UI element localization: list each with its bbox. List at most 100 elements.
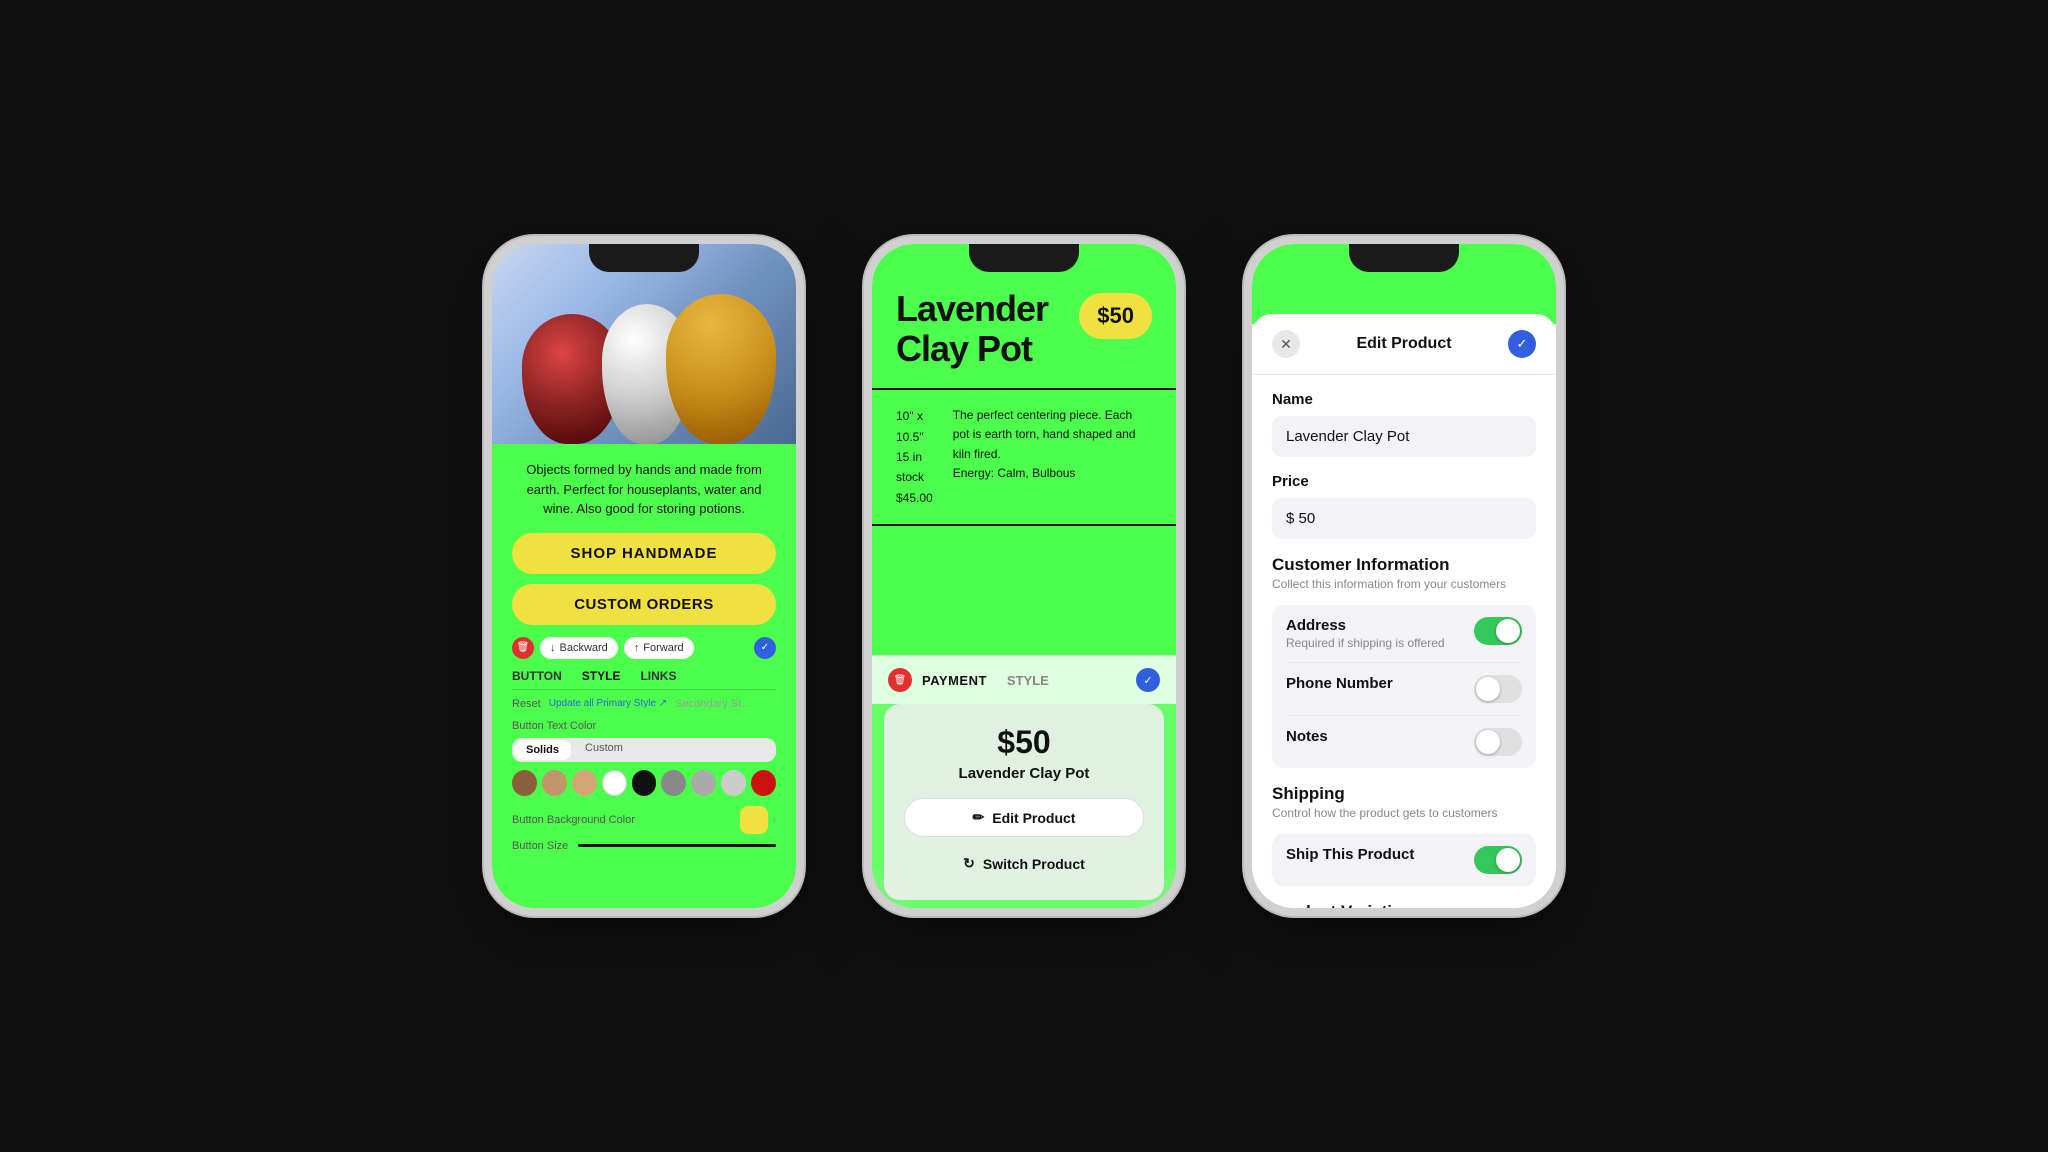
swatch-black[interactable] <box>632 770 657 796</box>
check-icon: ✓ <box>761 642 769 653</box>
product-details: 10" x 10.5" 15 in stock $45.00 The perfe… <box>872 390 1176 526</box>
phone-2: Lavender Clay Pot $50 10" x 10.5" 15 in … <box>864 236 1184 916</box>
close-icon: ✕ <box>1280 336 1292 353</box>
title-price-row: Lavender Clay Pot $50 <box>896 289 1152 368</box>
trash-icon-2: 🗑 <box>894 675 907 686</box>
variations-heading: Product Variations <box>1272 902 1536 908</box>
text-color-label: Button Text Color <box>512 720 776 732</box>
phone-toggle[interactable] <box>1474 675 1522 703</box>
bg-color-swatch[interactable] <box>740 806 768 834</box>
customer-info-sub: Collect this information from your custo… <box>1272 577 1536 591</box>
price-field-input[interactable]: $ 50 <box>1272 498 1536 539</box>
phone3-screen: ✕ Edit Product ✓ Name Lavender Clay Pot … <box>1252 244 1556 908</box>
phone-label: Phone Number <box>1286 675 1393 692</box>
switch-product-button[interactable]: ↻ Switch Product <box>904 847 1144 880</box>
modal-confirm-button[interactable]: ✓ <box>1508 330 1536 358</box>
modal-title: Edit Product <box>1356 335 1451 353</box>
notes-toggle[interactable] <box>1474 728 1522 756</box>
size-slider[interactable] <box>578 844 776 847</box>
tab-divider <box>512 689 776 690</box>
secondary-style-label: Secondary St... <box>675 698 750 710</box>
backward-button[interactable]: ↓ Backward <box>540 637 618 659</box>
tab-links[interactable]: LINKS <box>640 669 676 683</box>
phone-notch-1 <box>589 244 699 272</box>
custom-orders-button[interactable]: CUSTOM ORDERS <box>512 584 776 625</box>
swatch-gray1[interactable] <box>661 770 686 796</box>
modal-close-button[interactable]: ✕ <box>1272 330 1300 358</box>
ship-label: Ship This Product <box>1286 846 1414 863</box>
price-field-label: Price <box>1272 473 1536 490</box>
bg-color-chevron[interactable]: › <box>772 813 776 827</box>
check-icon-3: ✓ <box>1517 336 1528 352</box>
price-pill: $50 <box>1079 293 1152 339</box>
product-description: The perfect centering piece. Each pot is… <box>953 406 1152 464</box>
text-color-swatches <box>512 770 776 796</box>
address-info: Address Required if shipping is offered <box>1286 617 1445 650</box>
swatch-gray2[interactable] <box>691 770 716 796</box>
size-label: Button Size <box>512 840 568 852</box>
payment-style-label: STYLE <box>1007 673 1049 688</box>
product-energy: Energy: Calm, Bulbous <box>953 464 1152 483</box>
ship-toggle[interactable] <box>1474 846 1522 874</box>
toolbar-confirm-icon[interactable]: ✓ <box>754 637 776 659</box>
editor-tabs: BUTTON STYLE LINKS <box>512 669 776 683</box>
address-toggle[interactable] <box>1474 617 1522 645</box>
notes-label: Notes <box>1286 728 1328 745</box>
style-sub-row: Reset Update all Primary Style ↗ Seconda… <box>512 698 776 710</box>
payment-trash-icon[interactable]: 🗑 <box>888 668 912 692</box>
modal-body: Name Lavender Clay Pot Price $ 50 Custom… <box>1252 375 1556 908</box>
swatch-brown1[interactable] <box>512 770 537 796</box>
forward-arrow-icon: ↑ <box>634 642 640 654</box>
swatch-gray3[interactable] <box>721 770 746 796</box>
swatch-red[interactable] <box>751 770 776 796</box>
phone1-content: Objects formed by hands and made from ea… <box>492 444 796 908</box>
product-original-price: $45.00 <box>896 488 933 508</box>
payment-confirm-button[interactable]: ✓ <box>1136 668 1160 692</box>
solids-tab[interactable]: Solids <box>514 740 571 760</box>
name-field-input[interactable]: Lavender Clay Pot <box>1272 416 1536 457</box>
payment-label: PAYMENT <box>922 673 987 688</box>
ship-product-row: Ship This Product <box>1286 834 1522 886</box>
swatch-brown3[interactable] <box>572 770 597 796</box>
phone1-image <box>492 244 796 444</box>
card-price: $50 <box>904 724 1144 761</box>
editor-toolbar: 🗑 ↓ Backward ↑ Forward ✓ <box>512 637 776 659</box>
spacer <box>872 526 1176 655</box>
address-label: Address <box>1286 617 1445 634</box>
phone-1: Objects formed by hands and made from ea… <box>484 236 804 916</box>
name-field-label: Name <box>1272 391 1536 408</box>
tab-style[interactable]: STYLE <box>582 669 621 683</box>
backward-arrow-icon: ↓ <box>550 642 556 654</box>
product-left-details: 10" x 10.5" 15 in stock $45.00 <box>896 406 933 508</box>
forward-button[interactable]: ↑ Forward <box>624 637 694 659</box>
phone-notch-3 <box>1349 244 1459 272</box>
swatch-white[interactable] <box>602 770 627 796</box>
modal-header: ✕ Edit Product ✓ <box>1252 314 1556 375</box>
switch-icon: ↻ <box>963 855 975 872</box>
payment-area: 🗑 PAYMENT STYLE ✓ $50 Lavender Clay Pot … <box>872 655 1176 908</box>
product-dimensions: 10" x 10.5" <box>896 406 933 447</box>
update-primary-label[interactable]: Update all Primary Style ↗ <box>549 698 667 709</box>
phone2-screen: Lavender Clay Pot $50 10" x 10.5" 15 in … <box>872 244 1176 908</box>
notes-toggle-row: Notes <box>1286 716 1522 768</box>
swatch-brown2[interactable] <box>542 770 567 796</box>
check-icon-2: ✓ <box>1143 674 1152 687</box>
customer-info-heading: Customer Information <box>1272 555 1536 575</box>
reset-label[interactable]: Reset <box>512 698 541 710</box>
custom-tab[interactable]: Custom <box>573 738 635 762</box>
toolbar-trash-icon[interactable]: 🗑 <box>512 637 534 659</box>
trash-icon: 🗑 <box>517 642 530 653</box>
bg-color-row: Button Background Color › <box>512 806 776 834</box>
product-title: Lavender Clay Pot <box>896 289 1048 368</box>
edit-product-button[interactable]: ✏ Edit Product <box>904 798 1144 837</box>
card-name: Lavender Clay Pot <box>904 765 1144 782</box>
swatch-tab-group: Solids Custom <box>512 738 776 762</box>
tab-button[interactable]: BUTTON <box>512 669 562 683</box>
phone-notch-2 <box>969 244 1079 272</box>
phone-3: ✕ Edit Product ✓ Name Lavender Clay Pot … <box>1244 236 1564 916</box>
shop-handmade-button[interactable]: SHOP HANDMADE <box>512 533 776 574</box>
phone-toggle-row: Phone Number <box>1286 663 1522 716</box>
edit-product-modal: ✕ Edit Product ✓ Name Lavender Clay Pot … <box>1252 314 1556 908</box>
pot-right <box>666 294 776 444</box>
payment-bar: 🗑 PAYMENT STYLE ✓ <box>872 655 1176 704</box>
